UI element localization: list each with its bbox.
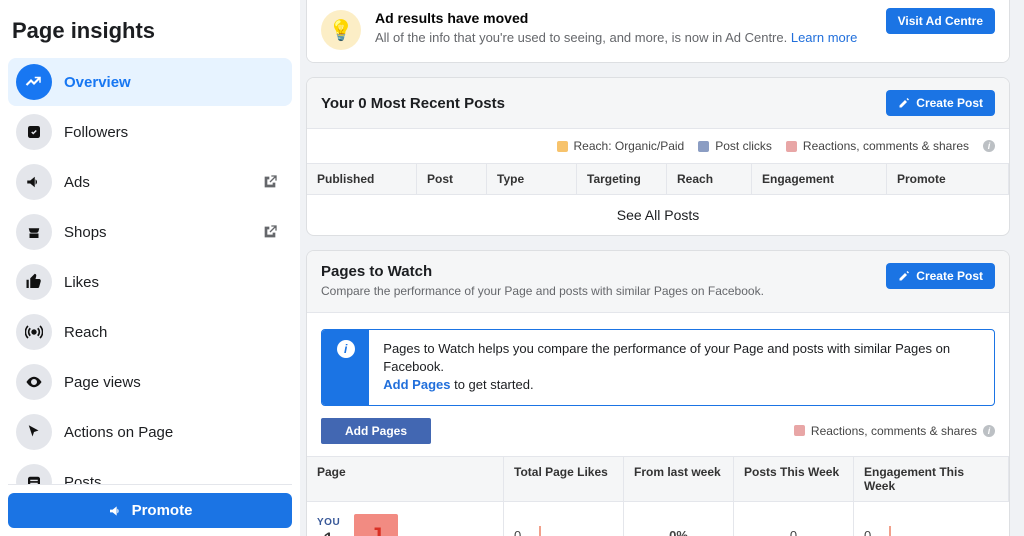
- followers-icon: [16, 114, 52, 150]
- recent-posts-title: Your 0 Most Recent Posts: [321, 95, 505, 112]
- watch-table-header: Page Total Page Likes From last week Pos…: [307, 456, 1009, 502]
- you-rank: YOU 1: [317, 517, 340, 536]
- cursor-icon: [16, 414, 52, 450]
- sidebar-item-page-views[interactable]: Page views: [8, 358, 292, 406]
- ads-icon: [16, 164, 52, 200]
- col-reach[interactable]: Reach: [667, 164, 752, 194]
- sidebar-nav: Overview Followers Ads Shops: [8, 58, 292, 528]
- create-post-button-2[interactable]: Create Post: [886, 263, 995, 289]
- promote-bar: Promote: [8, 484, 292, 528]
- info-icon: i: [322, 330, 369, 405]
- watch-table-row[interactable]: YOU 1 J 0 0% 0 0: [307, 502, 1009, 536]
- megaphone-icon: [108, 503, 124, 519]
- sidebar-item-overview[interactable]: Overview: [8, 58, 292, 106]
- wcol-postsweek[interactable]: Posts This Week: [734, 457, 854, 501]
- page-avatar: J: [354, 514, 398, 536]
- cell-posts-week: 0: [790, 528, 797, 536]
- add-pages-link[interactable]: Add Pages: [383, 377, 450, 392]
- shops-icon: [16, 214, 52, 250]
- sidebar-item-label: Followers: [64, 124, 284, 141]
- reach-icon: [16, 314, 52, 350]
- legend-reactions: Reactions, comments & shares: [786, 139, 969, 153]
- legend-reactions-2: Reactions, comments & shares i: [794, 424, 995, 438]
- legend-clicks: Post clicks: [698, 139, 772, 153]
- promote-button[interactable]: Promote: [8, 493, 292, 528]
- lightbulb-icon: 💡: [321, 10, 361, 50]
- pages-to-watch-card: Pages to Watch Compare the performance o…: [306, 250, 1010, 536]
- ad-banner-title: Ad results have moved: [375, 10, 857, 26]
- cell-engagement-week: 0: [864, 528, 871, 536]
- sidebar-item-actions[interactable]: Actions on Page: [8, 408, 292, 456]
- ad-banner-body: All of the info that you're used to seei…: [375, 30, 857, 45]
- wcol-engweek[interactable]: Engagement This Week: [854, 457, 1009, 501]
- learn-more-link[interactable]: Learn more: [791, 30, 857, 45]
- sidebar-item-label: Actions on Page: [64, 424, 284, 441]
- col-post[interactable]: Post: [417, 164, 487, 194]
- main-content: 💡 Ad results have moved All of the info …: [300, 0, 1024, 536]
- col-type[interactable]: Type: [487, 164, 577, 194]
- col-published[interactable]: Published: [307, 164, 417, 194]
- pencil-icon: [898, 97, 910, 109]
- add-pages-button[interactable]: Add Pages: [321, 418, 431, 444]
- sidebar: Page insights Overview Followers Ads: [0, 0, 300, 536]
- overview-icon: [16, 64, 52, 100]
- sidebar-item-ads[interactable]: Ads: [8, 158, 292, 206]
- sidebar-item-followers[interactable]: Followers: [8, 108, 292, 156]
- sidebar-item-label: Reach: [64, 324, 284, 341]
- sidebar-item-shops[interactable]: Shops: [8, 208, 292, 256]
- wcol-likes[interactable]: Total Page Likes: [504, 457, 624, 501]
- visit-ad-centre-button[interactable]: Visit Ad Centre: [886, 8, 995, 34]
- ptw-subtitle: Compare the performance of your Page and…: [321, 284, 764, 298]
- cell-last-week: 0%: [669, 528, 688, 536]
- views-icon: [16, 364, 52, 400]
- wcol-lastweek[interactable]: From last week: [624, 457, 734, 501]
- ad-results-banner: 💡 Ad results have moved All of the info …: [306, 0, 1010, 63]
- sidebar-item-label: Ads: [64, 174, 250, 191]
- external-link-icon: [262, 224, 278, 240]
- info-icon[interactable]: i: [983, 140, 995, 152]
- promote-label: Promote: [132, 502, 193, 519]
- ptw-info-box: i Pages to Watch helps you compare the p…: [321, 329, 995, 406]
- info-icon[interactable]: i: [983, 425, 995, 437]
- wcol-page[interactable]: Page: [307, 457, 504, 501]
- sidebar-item-likes[interactable]: Likes: [8, 258, 292, 306]
- sidebar-item-label: Page views: [64, 374, 284, 391]
- legend-reach: Reach: Organic/Paid: [557, 139, 685, 153]
- legend-row: Reach: Organic/Paid Post clicks Reaction…: [307, 129, 1009, 163]
- sidebar-item-reach[interactable]: Reach: [8, 308, 292, 356]
- see-all-posts-link[interactable]: See All Posts: [307, 195, 1009, 235]
- sidebar-item-label: Shops: [64, 224, 250, 241]
- page-title: Page insights: [8, 8, 292, 58]
- likes-icon: [16, 264, 52, 300]
- ptw-title: Pages to Watch: [321, 263, 764, 280]
- sidebar-item-label: Overview: [64, 74, 284, 91]
- recent-posts-card: Your 0 Most Recent Posts Create Post Rea…: [306, 77, 1010, 236]
- col-promote[interactable]: Promote: [887, 164, 1009, 194]
- col-targeting[interactable]: Targeting: [577, 164, 667, 194]
- cell-total-likes: 0: [514, 528, 521, 536]
- col-engagement[interactable]: Engagement: [752, 164, 887, 194]
- posts-table-header: Published Post Type Targeting Reach Enga…: [307, 163, 1009, 195]
- pencil-icon: [898, 270, 910, 282]
- sidebar-item-label: Likes: [64, 274, 284, 291]
- external-link-icon: [262, 174, 278, 190]
- create-post-button[interactable]: Create Post: [886, 90, 995, 116]
